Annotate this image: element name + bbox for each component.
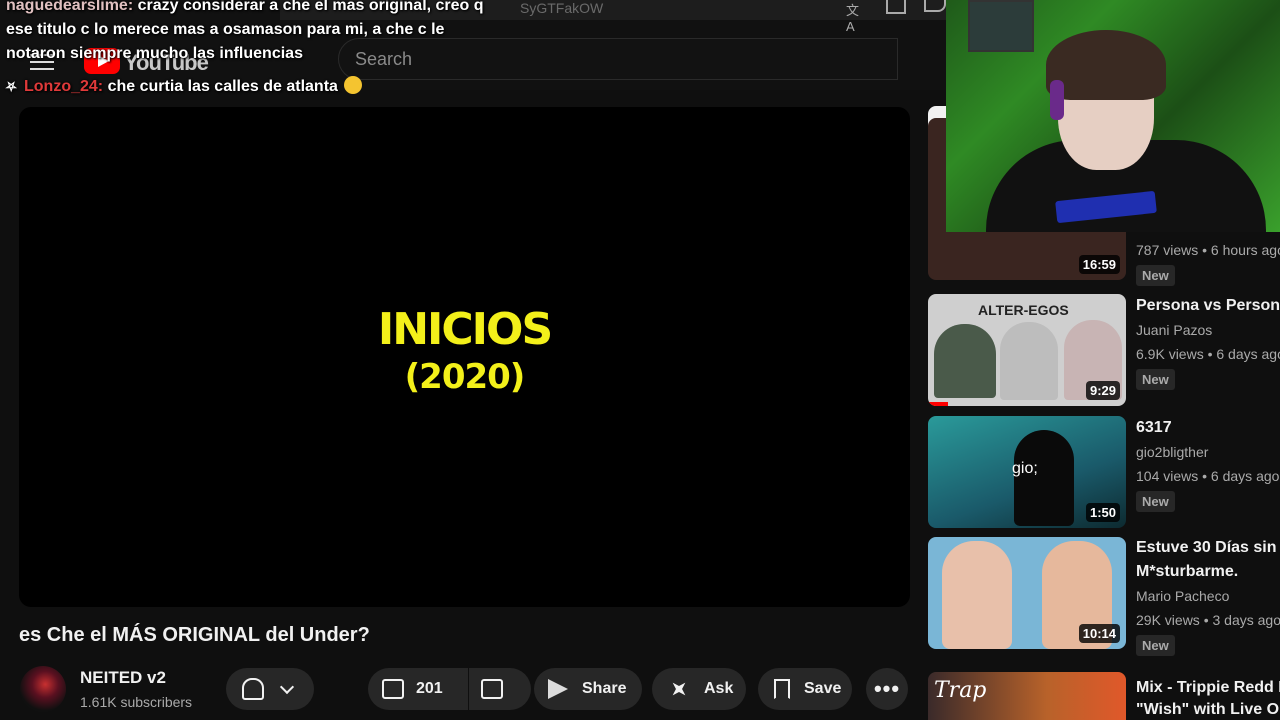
bell-icon xyxy=(242,678,264,700)
chat-username: Lonzo_24: xyxy=(24,78,104,95)
thumbnail-text: gio; xyxy=(1012,460,1038,477)
recommendation-channel[interactable]: Juani Pazos xyxy=(1136,322,1212,338)
notification-button[interactable] xyxy=(226,668,314,710)
new-badge: New xyxy=(1136,265,1175,286)
chat-text: ese titulo c lo merece mas a osamason pa… xyxy=(6,21,445,38)
search-box[interactable] xyxy=(338,38,898,80)
ask-label: Ask xyxy=(704,680,734,697)
extension-icon[interactable] xyxy=(924,0,946,12)
webcam-wall-poster xyxy=(968,0,1034,52)
thumbs-up-icon xyxy=(382,679,404,699)
search-input[interactable] xyxy=(355,49,855,70)
recommendation-title[interactable]: "Wish" with Live Orc xyxy=(1136,698,1280,720)
translate-icon[interactable]: 文A xyxy=(846,0,866,34)
duration-badge: 9:29 xyxy=(1085,381,1120,400)
chat-text: che curtia las calles de atlanta xyxy=(107,78,338,95)
save-label: Save xyxy=(804,680,842,697)
url-fragment: SyGTFakOW xyxy=(520,0,604,16)
thumbnail-figure xyxy=(1014,430,1074,526)
chat-text: crazy considerar a che el mas original, … xyxy=(137,0,484,14)
recommendation-thumbnail[interactable]: 10:14 xyxy=(928,537,1126,649)
like-button[interactable]: 201 xyxy=(368,668,468,710)
thumbnail-face xyxy=(934,324,996,398)
chat-text: notaron siempre mucho las influencias xyxy=(6,45,303,62)
recommendation-thumbnail[interactable]: ALTER-EGOS 9:29 xyxy=(928,294,1126,406)
new-badge: New xyxy=(1136,491,1175,512)
watch-progress-bar xyxy=(928,402,948,406)
dislike-button[interactable] xyxy=(469,668,531,710)
chat-message: naguedearslime: crazy considerar a che e… xyxy=(6,0,484,18)
recommendation-channel[interactable]: gio2bligther xyxy=(1136,444,1208,460)
emote-icon xyxy=(343,76,362,94)
bookmark-icon xyxy=(774,679,790,699)
recommendation-channel[interactable]: Mario Pacheco xyxy=(1136,588,1229,604)
chat-username: naguedearslime: xyxy=(6,0,134,14)
chevron-down-icon xyxy=(279,679,295,694)
video-frame-subtitle: (2020) xyxy=(404,357,526,397)
headphones-icon xyxy=(1050,80,1064,120)
thumbnail-face xyxy=(942,541,1012,649)
more-icon: ••• xyxy=(873,676,901,701)
chat-message: ese titulo c lo merece mas a osamason pa… xyxy=(6,18,444,42)
new-badge: New xyxy=(1136,369,1175,390)
recommendation-title[interactable]: Persona vs Persona xyxy=(1136,294,1280,318)
duration-badge: 16:59 xyxy=(1078,255,1120,274)
streamer-webcam xyxy=(946,0,1280,232)
thumbnail-face xyxy=(1000,322,1058,400)
chat-message: ⛧ Lonzo_24: che curtia las calles de atla… xyxy=(6,75,362,99)
recommendation-title[interactable]: Mix - Trippie Redd F xyxy=(1136,676,1280,700)
chat-badge-icon: ⛧ xyxy=(6,79,17,94)
share-label: Share xyxy=(582,680,627,697)
video-title: es Che el MÁS ORIGINAL del Under? xyxy=(19,624,370,646)
channel-name[interactable]: NEITED v2 xyxy=(80,668,166,688)
thumbnail-text: Trap xyxy=(934,678,987,703)
recommendation-meta: 104 views • 6 days ago xyxy=(1136,468,1280,484)
recommendation-meta: 6.9K views • 6 days ago xyxy=(1136,346,1280,362)
ask-button[interactable]: Ask xyxy=(652,668,746,710)
video-player[interactable]: INICIOS (2020) xyxy=(19,107,910,607)
recommendation-title[interactable]: Estuve 30 Días sin xyxy=(1136,536,1277,560)
duration-badge: 10:14 xyxy=(1078,624,1120,643)
channel-avatar[interactable] xyxy=(20,666,66,712)
thumbnail-text: ALTER-EGOS xyxy=(978,302,1069,318)
webcam-person-hair xyxy=(1046,30,1166,100)
duration-badge: 1:50 xyxy=(1085,503,1120,522)
video-frame-title: INICIOS xyxy=(377,304,553,355)
share-icon xyxy=(548,679,568,699)
like-count: 201 xyxy=(416,680,443,697)
share-button[interactable]: Share xyxy=(534,668,642,710)
chat-message: notaron siempre mucho las influencias xyxy=(6,42,303,66)
new-badge: New xyxy=(1136,635,1175,656)
recommendation-thumbnail[interactable]: Trap xyxy=(928,672,1126,720)
recommendation-title[interactable]: M*sturbarme. xyxy=(1136,560,1238,584)
sparkle-icon xyxy=(666,676,691,701)
subscriber-count: 1.61K subscribers xyxy=(80,694,193,710)
thumbs-down-icon xyxy=(481,679,503,699)
cast-icon[interactable] xyxy=(886,0,906,14)
save-button[interactable]: Save xyxy=(758,668,852,710)
recommendation-meta: 29K views • 3 days ago xyxy=(1136,612,1280,628)
recommendation-meta: 787 views • 6 hours ago xyxy=(1136,242,1280,258)
recommendation-thumbnail[interactable]: gio; 1:50 xyxy=(928,416,1126,528)
more-actions-button[interactable]: ••• xyxy=(866,668,908,710)
recommendation-title[interactable]: 6317 xyxy=(1136,416,1172,440)
